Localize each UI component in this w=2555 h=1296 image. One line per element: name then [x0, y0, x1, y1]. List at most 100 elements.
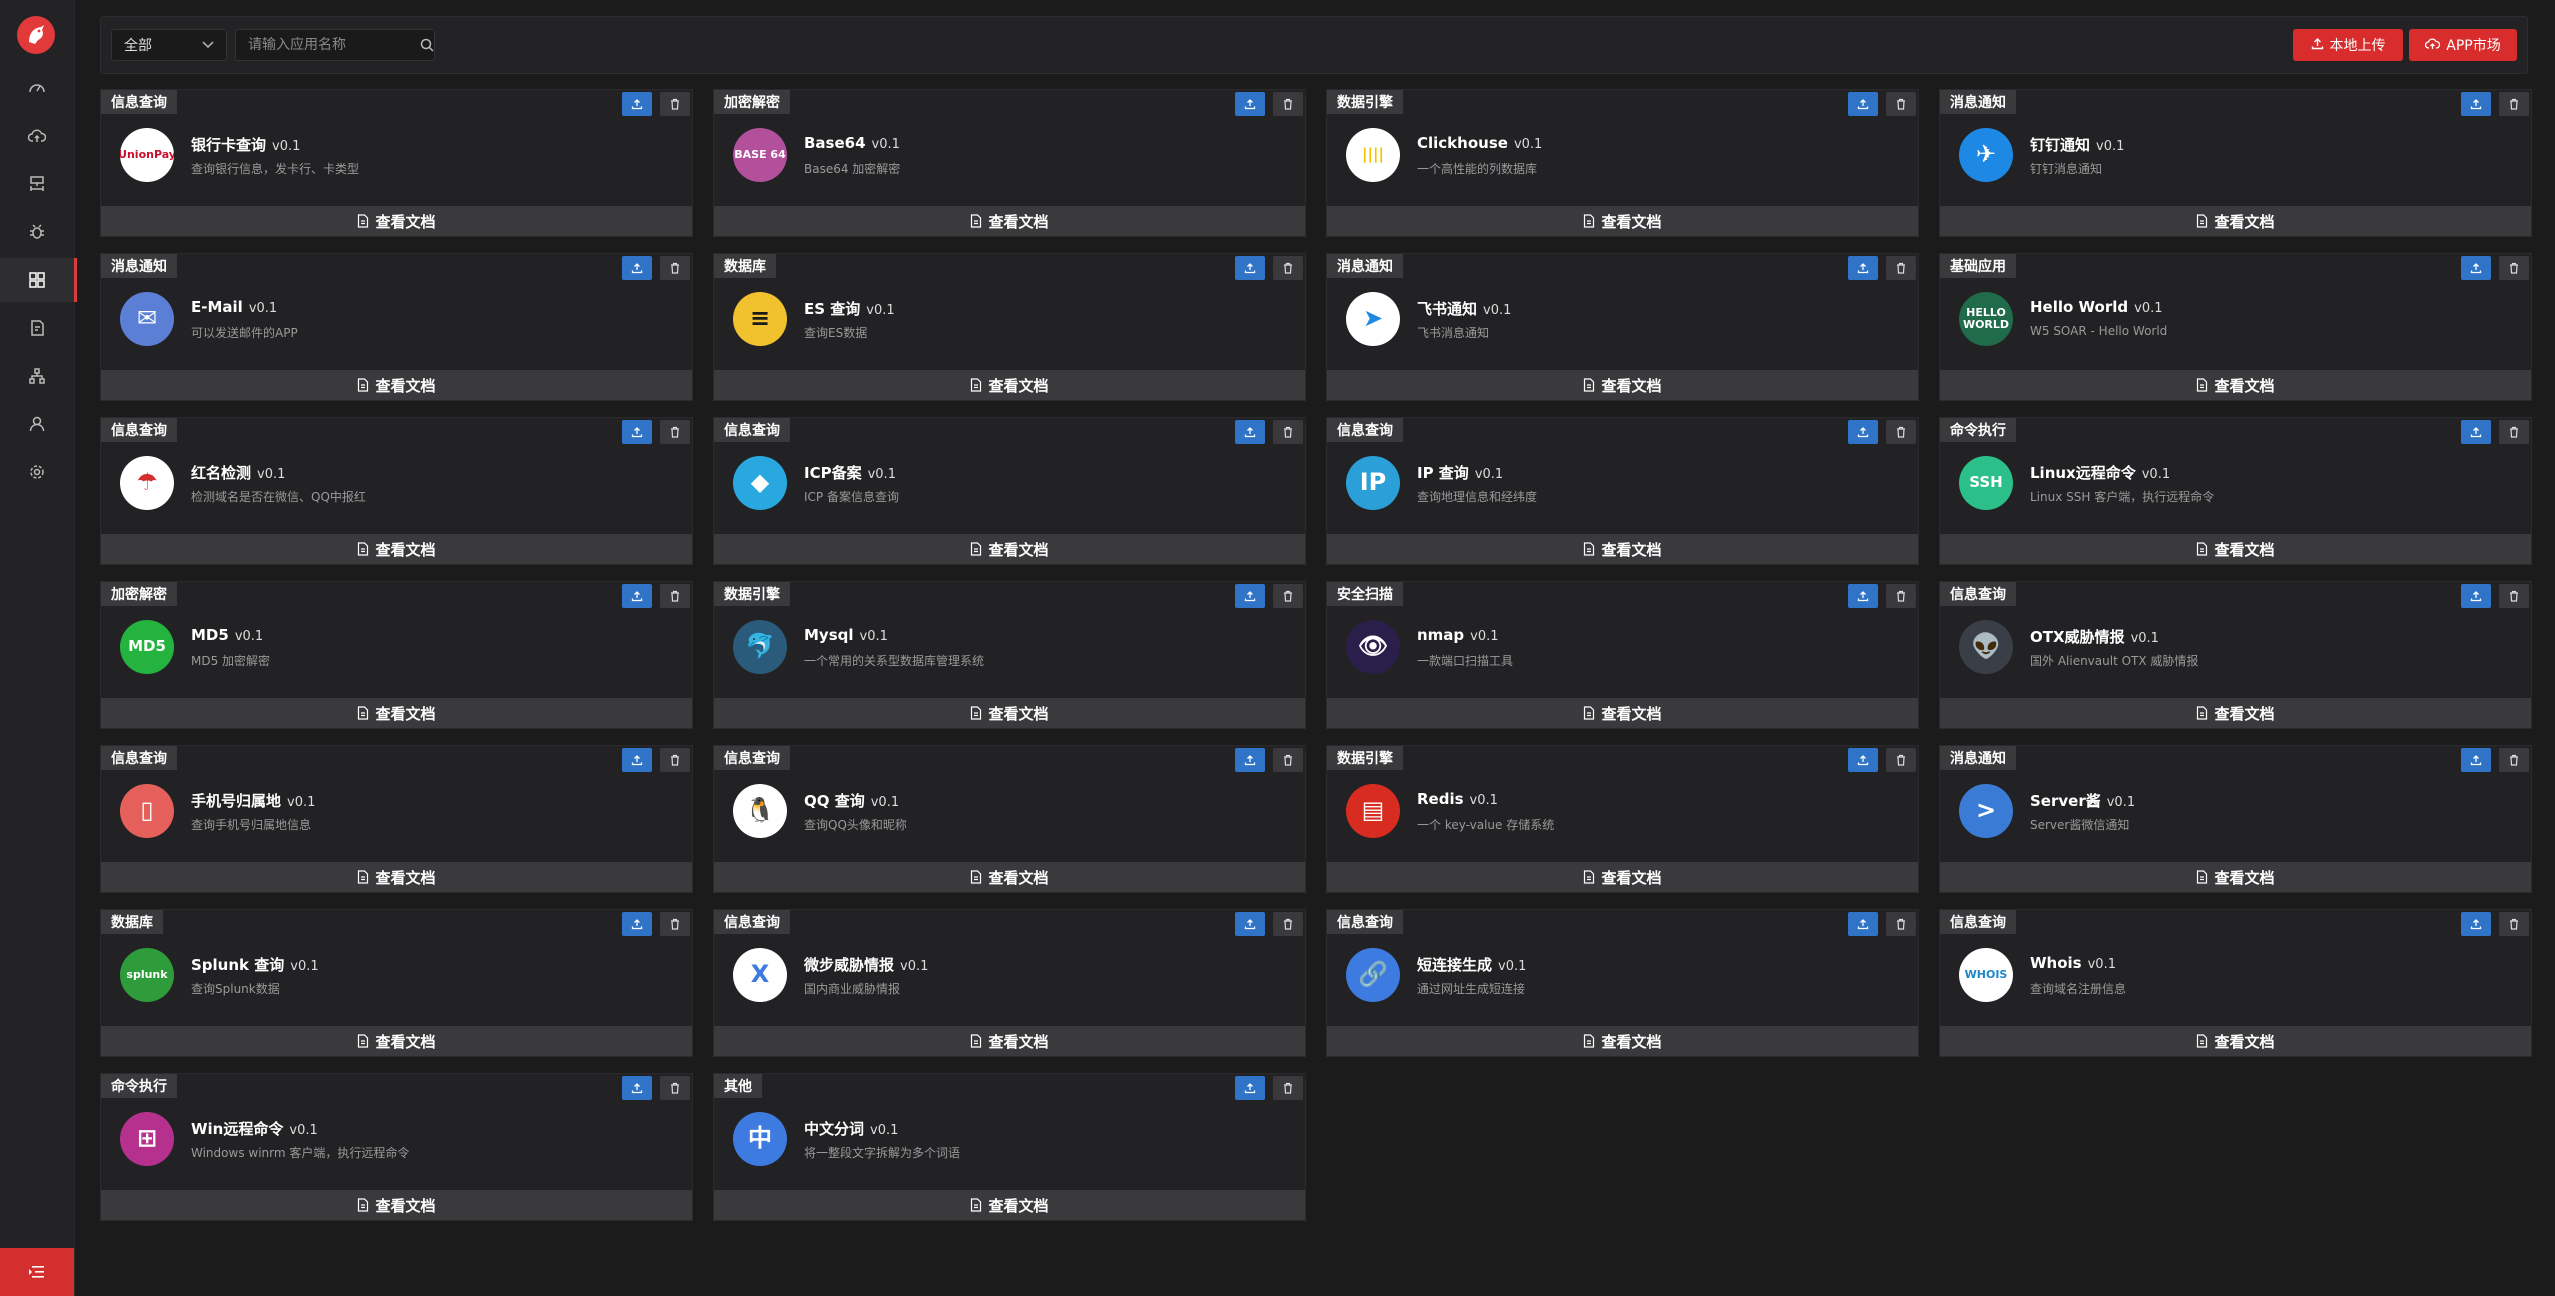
delete-app-button[interactable] [2499, 584, 2529, 608]
delete-app-button[interactable] [660, 748, 690, 772]
view-docs-button[interactable]: 查看文档 [1327, 534, 1918, 564]
delete-app-button[interactable] [1273, 748, 1303, 772]
upload-app-button[interactable] [1848, 748, 1878, 772]
app-name: nmap [1417, 626, 1465, 644]
view-docs-button[interactable]: 查看文档 [1327, 1026, 1918, 1056]
delete-app-button[interactable] [2499, 912, 2529, 936]
sidebar-item-apps-grid[interactable] [0, 258, 77, 302]
local-upload-button[interactable]: 本地上传 [2293, 29, 2403, 61]
delete-app-button[interactable] [660, 1076, 690, 1100]
view-docs-button[interactable]: 查看文档 [714, 698, 1305, 728]
upload-app-button[interactable] [1848, 912, 1878, 936]
view-docs-button[interactable]: 查看文档 [1940, 1026, 2531, 1056]
view-docs-button[interactable]: 查看文档 [101, 1026, 692, 1056]
delete-app-button[interactable] [1886, 420, 1916, 444]
view-docs-button[interactable]: 查看文档 [714, 206, 1305, 236]
app-description: ICP 备案信息查询 [804, 490, 899, 504]
view-docs-button[interactable]: 查看文档 [714, 370, 1305, 400]
view-docs-button[interactable]: 查看文档 [714, 1026, 1305, 1056]
upload-app-button[interactable] [1235, 748, 1265, 772]
app-market-button[interactable]: APP市场 [2409, 29, 2517, 61]
upload-app-button[interactable] [2461, 256, 2491, 280]
view-docs-button[interactable]: 查看文档 [1327, 862, 1918, 892]
upload-app-button[interactable] [1235, 420, 1265, 444]
view-docs-button[interactable]: 查看文档 [101, 698, 692, 728]
view-docs-button[interactable]: 查看文档 [1327, 698, 1918, 728]
sidebar-item-cloud[interactable] [0, 114, 74, 158]
upload-app-button[interactable] [622, 912, 652, 936]
view-docs-button[interactable]: 查看文档 [1940, 370, 2531, 400]
view-docs-button[interactable]: 查看文档 [714, 534, 1305, 564]
view-docs-button[interactable]: 查看文档 [101, 1190, 692, 1220]
sidebar-item-bug[interactable] [0, 210, 74, 254]
upload-app-button[interactable] [2461, 420, 2491, 444]
view-docs-button[interactable]: 查看文档 [1940, 206, 2531, 236]
sidebar-item-document[interactable] [0, 306, 74, 350]
upload-app-button[interactable] [1235, 92, 1265, 116]
search-input[interactable] [236, 37, 420, 53]
sidebar-item-server[interactable] [0, 162, 74, 206]
app-version: v0.1 [1513, 137, 1543, 152]
upload-app-button[interactable] [2461, 748, 2491, 772]
delete-app-button[interactable] [1273, 92, 1303, 116]
delete-app-button[interactable] [1273, 1076, 1303, 1100]
view-docs-button[interactable]: 查看文档 [714, 862, 1305, 892]
delete-app-button[interactable] [660, 420, 690, 444]
delete-app-button[interactable] [1886, 256, 1916, 280]
view-docs-button[interactable]: 查看文档 [1327, 206, 1918, 236]
upload-app-button[interactable] [622, 1076, 652, 1100]
collapse-sidebar-button[interactable] [0, 1248, 74, 1296]
delete-app-button[interactable] [1273, 420, 1303, 444]
upload-app-button[interactable] [622, 748, 652, 772]
upload-app-button[interactable] [622, 256, 652, 280]
app-logo[interactable] [17, 16, 55, 54]
delete-app-button[interactable] [660, 92, 690, 116]
sidebar-item-sitemap[interactable] [0, 354, 74, 398]
delete-app-button[interactable] [2499, 748, 2529, 772]
delete-app-button[interactable] [660, 256, 690, 280]
upload-app-button[interactable] [2461, 912, 2491, 936]
view-docs-button[interactable]: 查看文档 [1940, 534, 2531, 564]
delete-app-button[interactable] [1886, 584, 1916, 608]
upload-app-button[interactable] [1848, 584, 1878, 608]
delete-app-button[interactable] [2499, 420, 2529, 444]
upload-app-button[interactable] [622, 584, 652, 608]
view-docs-button[interactable]: 查看文档 [1940, 862, 2531, 892]
sidebar-item-user[interactable] [0, 402, 74, 446]
upload-app-button[interactable] [1235, 584, 1265, 608]
upload-app-button[interactable] [2461, 584, 2491, 608]
delete-app-button[interactable] [2499, 256, 2529, 280]
app-description: 一款端口扫描工具 [1417, 654, 1514, 668]
upload-app-button[interactable] [622, 420, 652, 444]
sidebar-item-settings[interactable] [0, 450, 74, 494]
search-icon[interactable] [420, 38, 434, 52]
app-card: 数据库 ≡ ES 查询 v0.1 查询ES数据 查看文档 [713, 253, 1306, 401]
delete-app-button[interactable] [1273, 256, 1303, 280]
view-docs-button[interactable]: 查看文档 [714, 1190, 1305, 1220]
view-docs-button[interactable]: 查看文档 [1940, 698, 2531, 728]
delete-app-button[interactable] [2499, 92, 2529, 116]
delete-app-button[interactable] [1886, 748, 1916, 772]
delete-app-button[interactable] [660, 912, 690, 936]
upload-app-button[interactable] [1235, 256, 1265, 280]
upload-app-button[interactable] [1848, 256, 1878, 280]
upload-app-button[interactable] [622, 92, 652, 116]
view-docs-button[interactable]: 查看文档 [101, 370, 692, 400]
view-docs-button[interactable]: 查看文档 [101, 862, 692, 892]
category-filter-select[interactable]: 全部 [111, 29, 227, 61]
delete-app-button[interactable] [1886, 92, 1916, 116]
upload-app-button[interactable] [1848, 420, 1878, 444]
delete-app-button[interactable] [1273, 912, 1303, 936]
delete-app-button[interactable] [1273, 584, 1303, 608]
view-docs-button[interactable]: 查看文档 [101, 206, 692, 236]
file-icon [970, 1034, 982, 1048]
view-docs-button[interactable]: 查看文档 [101, 534, 692, 564]
delete-app-button[interactable] [1886, 912, 1916, 936]
upload-app-button[interactable] [1235, 1076, 1265, 1100]
delete-app-button[interactable] [660, 584, 690, 608]
view-docs-button[interactable]: 查看文档 [1327, 370, 1918, 400]
sidebar-item-dashboard[interactable] [0, 66, 74, 110]
upload-app-button[interactable] [1235, 912, 1265, 936]
upload-app-button[interactable] [2461, 92, 2491, 116]
upload-app-button[interactable] [1848, 92, 1878, 116]
